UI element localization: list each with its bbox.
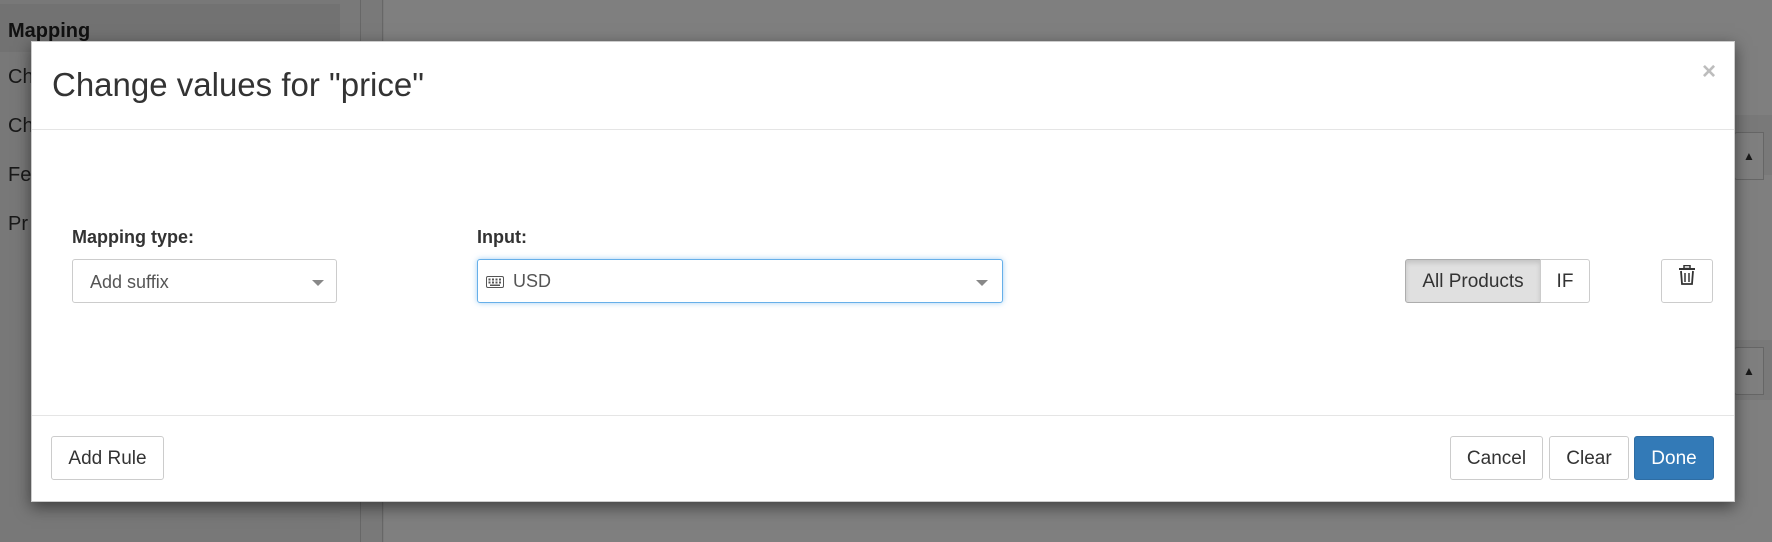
delete-rule-button[interactable] [1661, 259, 1713, 303]
input-value: USD [513, 271, 552, 291]
modal-title: Change values for "price" [52, 66, 424, 103]
trash-icon [1678, 259, 1696, 301]
modal-header: Change values for "price" × [32, 42, 1734, 130]
mapping-type-label: Mapping type: [72, 227, 194, 247]
keyboard-icon [486, 275, 504, 293]
modal-footer: Add Rule Cancel Clear Done [32, 415, 1734, 502]
input-select[interactable]: USD [477, 259, 1003, 303]
all-products-toggle[interactable]: All Products [1405, 259, 1541, 303]
mapping-type-select[interactable]: Add suffix [72, 259, 337, 303]
close-icon[interactable]: × [1702, 60, 1716, 84]
cancel-button[interactable]: Cancel [1450, 436, 1543, 480]
caret-down-icon [976, 280, 988, 286]
input-label: Input: [477, 227, 527, 247]
caret-down-icon [312, 280, 324, 286]
change-values-modal: Change values for "price" × Mapping type… [31, 41, 1735, 502]
mapping-type-value: Add suffix [90, 272, 169, 292]
done-button[interactable]: Done [1634, 436, 1714, 480]
if-toggle[interactable]: IF [1540, 259, 1590, 303]
clear-button[interactable]: Clear [1549, 436, 1629, 480]
add-rule-button[interactable]: Add Rule [51, 436, 164, 480]
